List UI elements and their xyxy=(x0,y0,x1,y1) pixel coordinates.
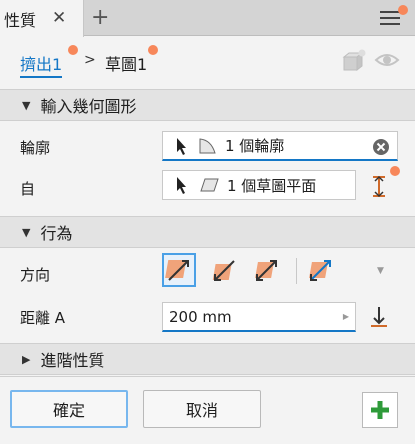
notification-dot xyxy=(398,5,408,15)
distance-label: 距離 A xyxy=(20,309,66,327)
plane-icon xyxy=(200,178,219,192)
divider xyxy=(0,376,415,377)
notification-dot xyxy=(390,166,400,176)
flip-icon[interactable] xyxy=(368,174,390,200)
breadcrumb-extrude[interactable]: 擠出1 xyxy=(20,51,63,78)
direction-icon xyxy=(212,260,235,281)
distance-direction-icon[interactable] xyxy=(368,304,390,330)
distance-value: 200 mm xyxy=(169,307,232,326)
from-label: 自 xyxy=(20,180,36,198)
direction-icon xyxy=(165,260,189,281)
section-input-geometry[interactable]: ▼ 輸入幾何圖形 xyxy=(0,89,415,121)
cursor-icon xyxy=(177,137,186,155)
dropdown-icon[interactable]: ▼ xyxy=(377,266,384,276)
clear-icon[interactable] xyxy=(372,138,390,156)
notification-dot xyxy=(68,45,78,55)
from-value: 1 個草圖平面 xyxy=(227,176,317,195)
direction-default-button[interactable] xyxy=(162,253,196,287)
cursor-icon xyxy=(177,177,186,194)
divider xyxy=(296,258,297,284)
section-title: 行為 xyxy=(40,224,73,243)
plus-icon xyxy=(371,401,389,419)
expand-arrow-icon[interactable]: ▶ xyxy=(22,353,30,366)
direction-asymmetric-button[interactable] xyxy=(304,253,338,287)
expand-arrow-icon[interactable]: ▶ xyxy=(343,312,349,321)
close-icon[interactable]: ✕ xyxy=(52,8,66,28)
from-selector[interactable]: 1 個草圖平面 xyxy=(162,170,356,200)
collapse-arrow-icon[interactable]: ▼ xyxy=(22,226,30,239)
section-title: 輸入幾何圖形 xyxy=(40,97,137,116)
chevron-right-icon: > xyxy=(84,52,96,68)
apply-add-button[interactable] xyxy=(362,392,398,428)
profile-label: 輪廓 xyxy=(20,139,51,157)
collapse-arrow-icon[interactable]: ▼ xyxy=(22,99,30,112)
profile-icon xyxy=(199,137,216,153)
profile-value: 1 個輪廓 xyxy=(225,137,285,155)
section-behavior[interactable]: ▼ 行為 xyxy=(0,216,415,248)
distance-input[interactable]: 200 mm ▶ xyxy=(162,302,356,332)
direction-icon xyxy=(255,260,277,281)
menu-icon[interactable] xyxy=(380,11,400,29)
cube-icon[interactable] xyxy=(340,49,366,73)
profile-selector[interactable]: 1 個輪廓 xyxy=(162,131,398,161)
cancel-button[interactable]: 取消 xyxy=(143,390,261,428)
tab-title: 性質 xyxy=(4,10,37,30)
direction-symmetric-button[interactable] xyxy=(250,253,284,287)
section-advanced[interactable]: ▶ 進階性質 xyxy=(0,343,415,375)
direction-label: 方向 xyxy=(20,266,51,284)
notification-dot xyxy=(148,45,158,55)
tab-properties[interactable]: 性質 ✕ xyxy=(0,0,84,37)
add-tab-icon[interactable]: + xyxy=(91,5,109,30)
breadcrumb-sketch[interactable]: 草圖1 xyxy=(105,51,147,75)
direction-icon xyxy=(309,260,331,281)
eye-icon[interactable] xyxy=(374,51,400,69)
breadcrumb: 擠出1 > 草圖1 xyxy=(0,37,415,89)
section-title: 進階性質 xyxy=(40,351,105,370)
panel-title-bar: 性質 ✕ + xyxy=(0,0,415,37)
ok-button[interactable]: 確定 xyxy=(10,390,128,428)
direction-flipped-button[interactable] xyxy=(208,253,242,287)
